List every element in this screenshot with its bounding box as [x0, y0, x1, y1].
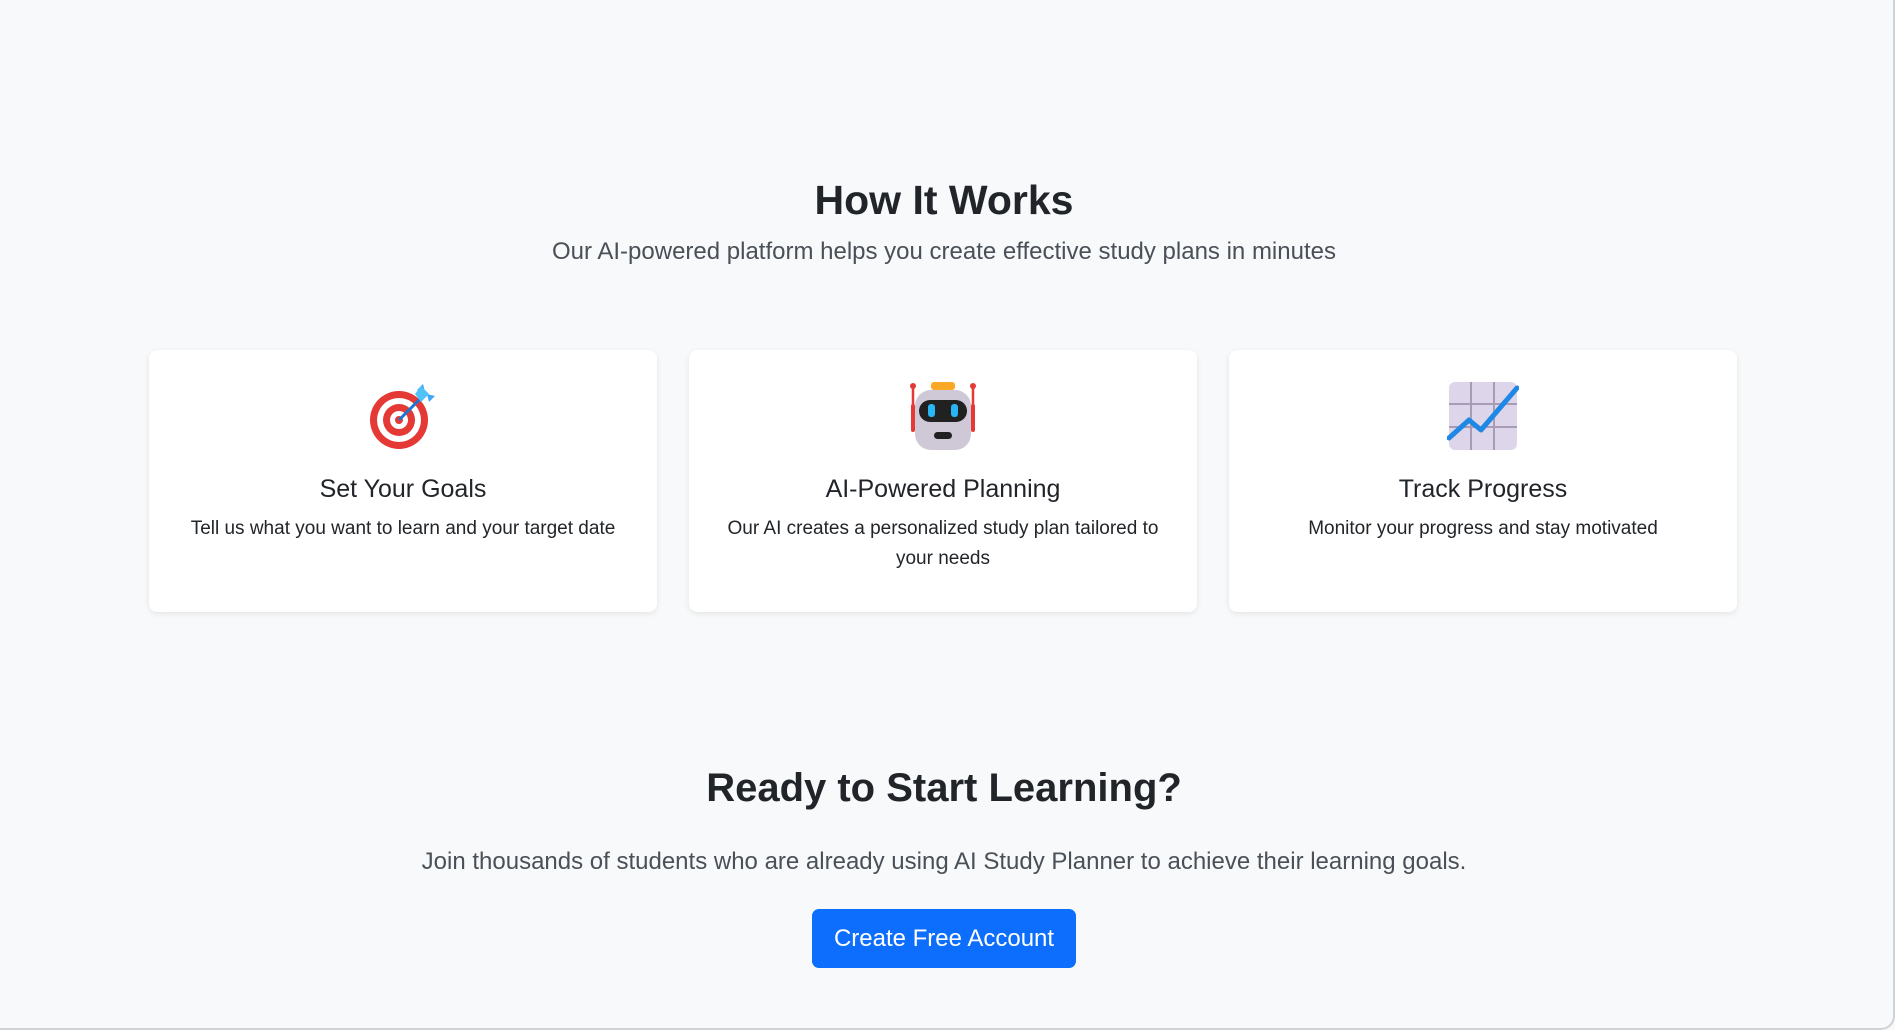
card-title: AI-Powered Planning [825, 475, 1061, 503]
page: How It Works Our AI-powered platform hel… [0, 0, 1895, 1030]
feature-cards: Set Your Goals Tell us what you want to … [149, 350, 1739, 614]
card-text: Our AI creates a personalized study plan… [727, 518, 1159, 569]
card-title: Set Your Goals [319, 475, 487, 503]
feature-card-track-progress: Track Progress Monitor your progress and… [1229, 350, 1737, 612]
target-dart-icon [367, 380, 439, 452]
card-text: Tell us what you want to learn and your … [190, 518, 616, 539]
feature-card-set-goals: Set Your Goals Tell us what you want to … [149, 350, 657, 612]
feature-card-ai-planning: AI-Powered Planning Our AI creates a per… [689, 350, 1197, 612]
create-free-account-button[interactable]: Create Free Account [812, 909, 1076, 968]
card-text: Monitor your progress and stay motivated [1308, 518, 1658, 539]
cta-title: Ready to Start Learning? [706, 766, 1182, 810]
card-title: Track Progress [1398, 475, 1568, 503]
cta-text: Join thousands of students who are alrea… [421, 848, 1467, 875]
how-it-works-title: How It Works [814, 177, 1074, 223]
chart-increasing-icon [1446, 380, 1520, 452]
how-it-works-subtitle: Our AI-powered platform helps you create… [552, 238, 1336, 265]
robot-icon [907, 380, 979, 452]
